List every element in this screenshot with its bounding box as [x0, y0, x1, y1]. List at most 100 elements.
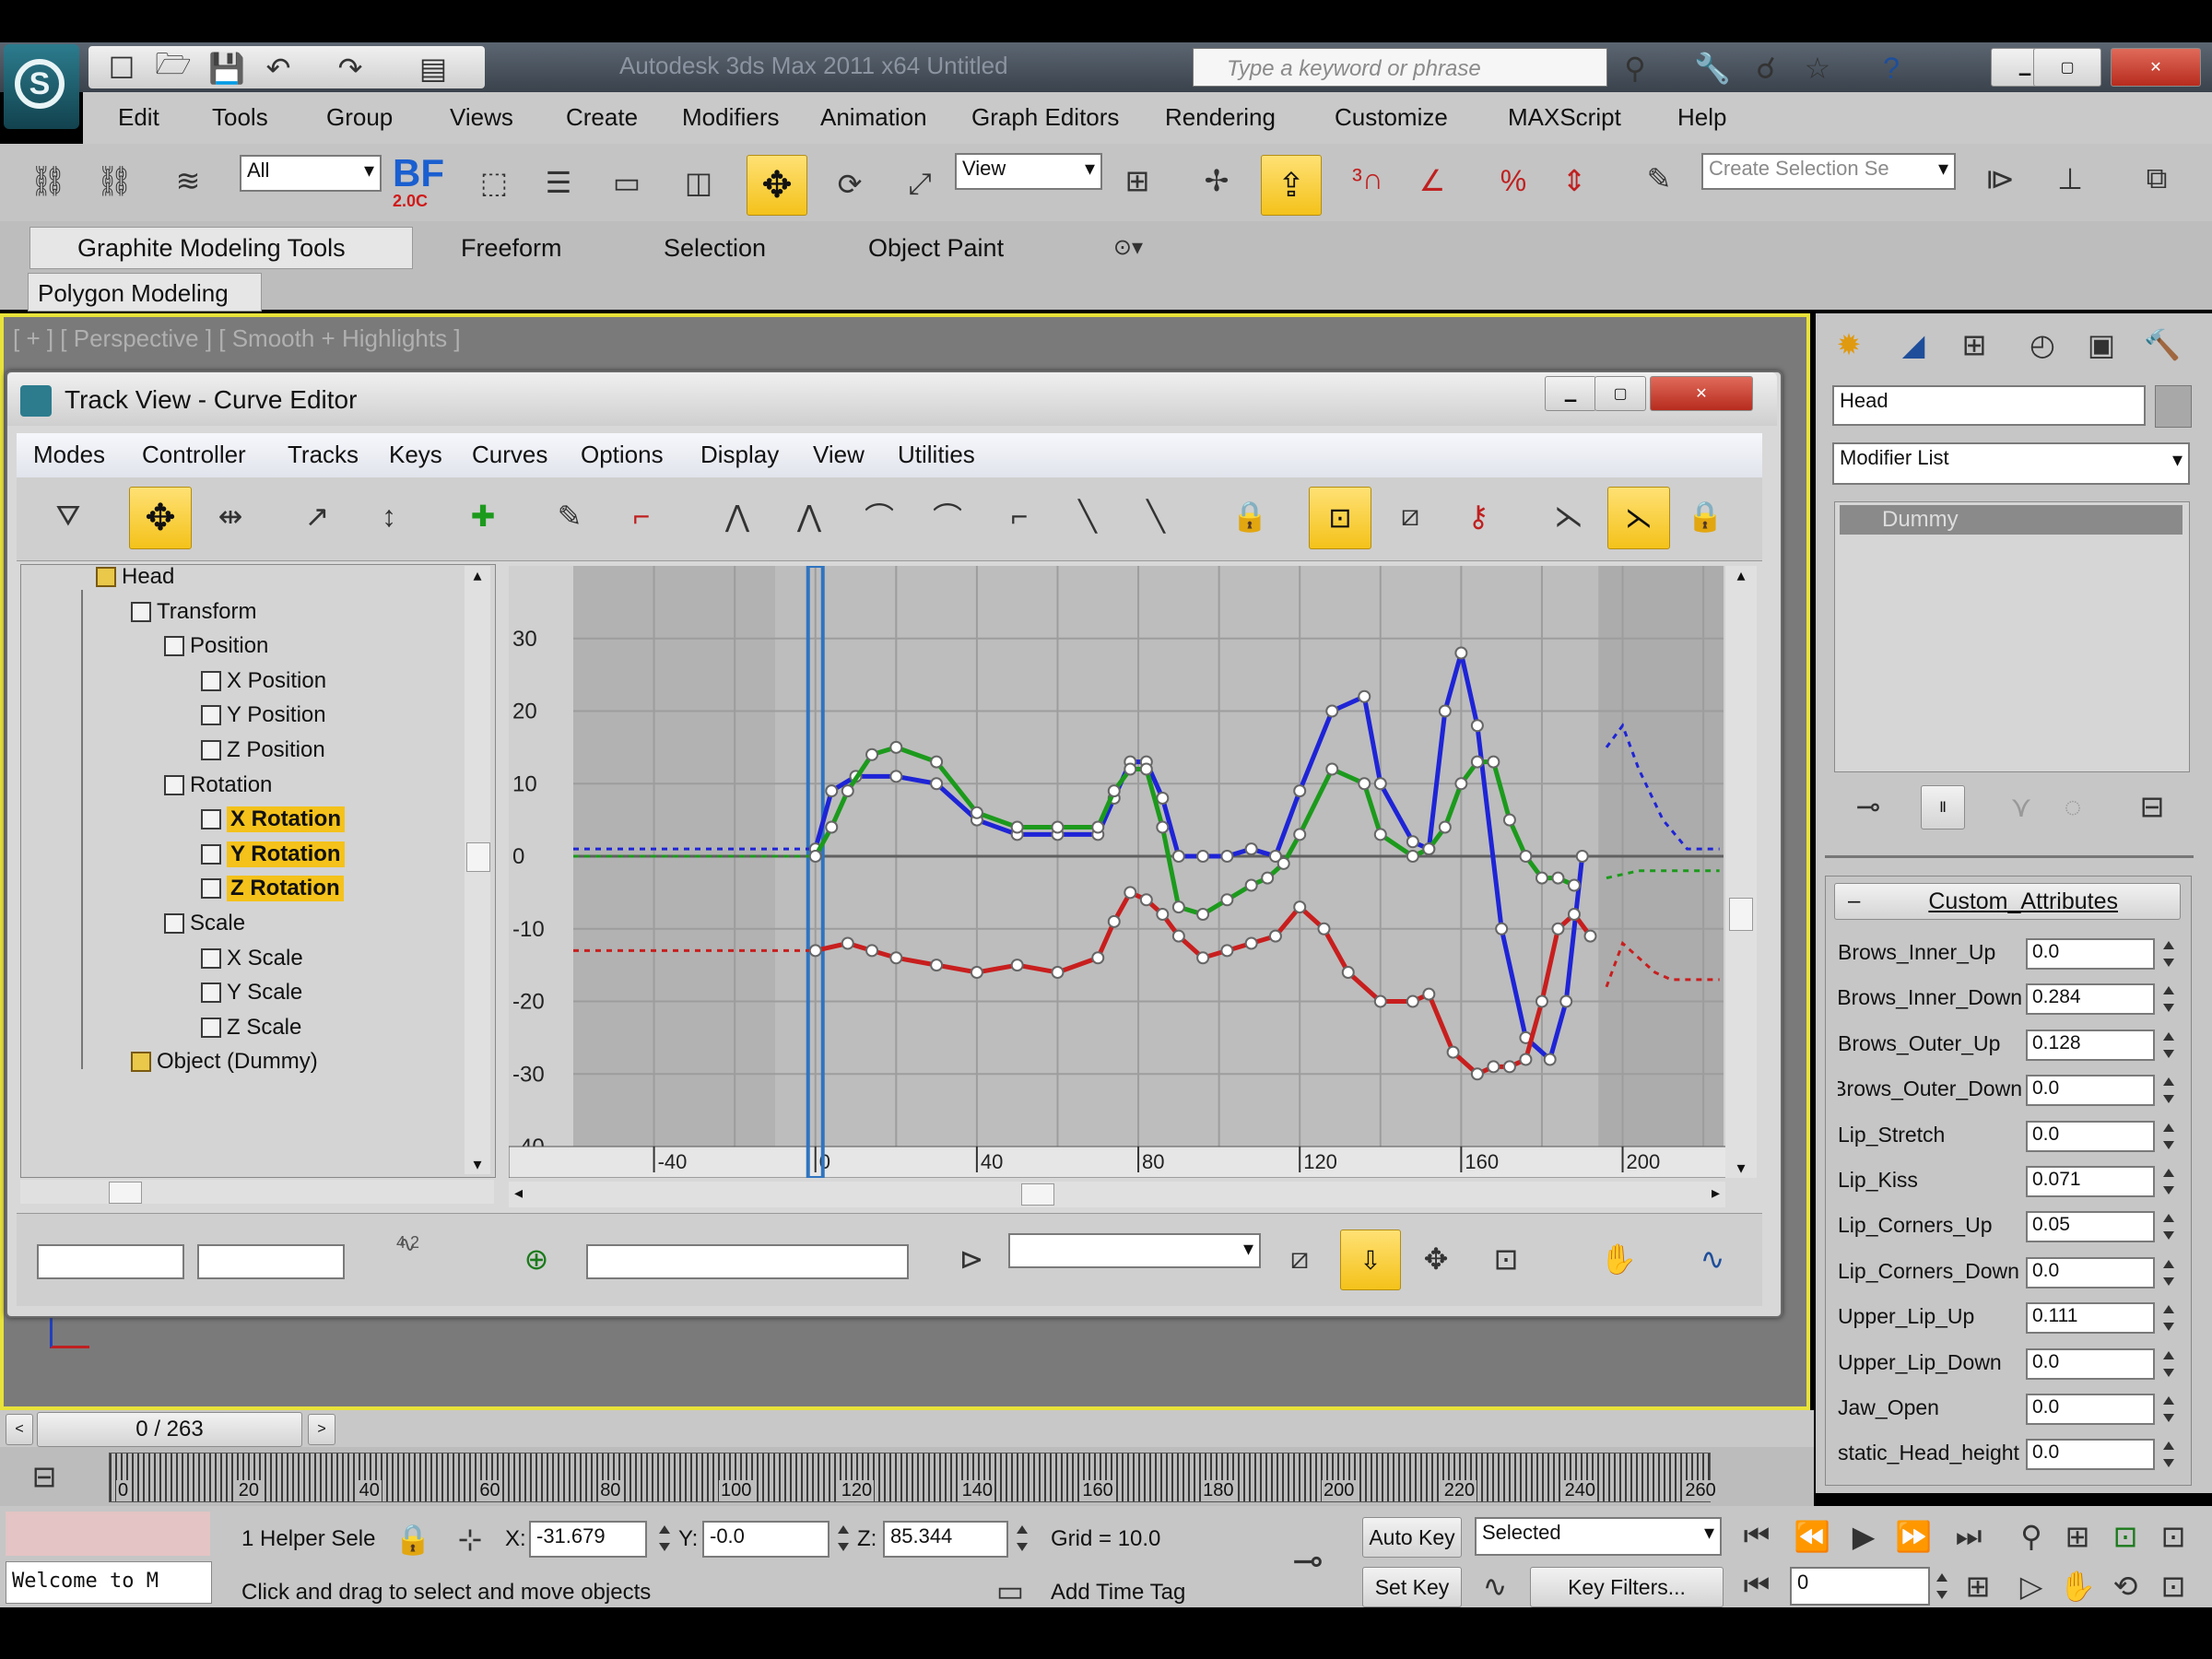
curve-key[interactable] [1220, 944, 1234, 958]
curve-key[interactable] [1487, 1060, 1500, 1074]
angle-snap-icon[interactable]: ∠ [1406, 155, 1458, 206]
curve-key[interactable] [1156, 792, 1170, 805]
zoom-all-icon[interactable]: ⊞ [2057, 1517, 2098, 1556]
tree-item[interactable]: X Rotation [201, 806, 345, 833]
zoom-extents-icon[interactable]: ⊡ [2105, 1517, 2146, 1556]
curve-key[interactable] [1244, 936, 1258, 950]
curve-key[interactable] [1551, 922, 1565, 935]
auto-key-button[interactable]: Auto Key [1362, 1517, 1462, 1558]
go-to-end-icon[interactable]: ⏭ [1948, 1517, 1989, 1556]
go-to-start-icon[interactable]: ⏮ [1736, 1517, 1777, 1556]
track-view-menu-item[interactable]: Display [700, 441, 779, 469]
tangent-linear-icon[interactable]: ╲ [1058, 487, 1117, 546]
field-of-view-icon[interactable]: ▷ [2011, 1567, 2052, 1606]
curve-key[interactable] [1293, 900, 1307, 914]
open-file-icon[interactable]: 🗁 [155, 47, 192, 87]
curve-key[interactable] [1535, 871, 1548, 885]
open-mini-curve-editor-icon[interactable]: ⊟ [20, 1453, 68, 1500]
scroll-thumb[interactable] [109, 1182, 142, 1204]
spinner-snap-icon[interactable]: ⇕ [1548, 155, 1600, 206]
communication-icon[interactable]: ☌ [1746, 50, 1786, 87]
rectangular-selection-icon[interactable]: ▭ [601, 157, 653, 208]
menu-item[interactable]: Customize [1335, 103, 1448, 132]
attribute-value-field[interactable]: 0.0 [2026, 1075, 2155, 1107]
curve-key[interactable] [1196, 908, 1210, 921]
attribute-value-field[interactable]: 0.284 [2026, 983, 2155, 1016]
orbit-icon[interactable]: ⟲ [2105, 1567, 2146, 1606]
curve-key[interactable] [1317, 922, 1331, 935]
show-end-result-button[interactable]: Ⅱ [1921, 785, 1965, 830]
curve-key[interactable] [1487, 755, 1500, 769]
select-and-scale-icon[interactable]: ⤢ [890, 155, 949, 214]
ribbon-options-icon[interactable]: ⊙▾ [1100, 230, 1156, 264]
ribbon-tab[interactable]: Graphite Modeling Tools [77, 234, 346, 263]
tree-item[interactable]: Z Scale [201, 1015, 301, 1041]
key-icon[interactable]: 🔧 [1692, 50, 1733, 87]
curve-key[interactable] [1535, 994, 1548, 1008]
curve-key[interactable] [1567, 878, 1581, 892]
curve-key[interactable] [1341, 966, 1355, 979]
time-slider-prev-button[interactable]: < [6, 1414, 33, 1445]
select-and-rotate-icon[interactable]: ⟳ [820, 155, 879, 214]
tree-item[interactable]: Y Rotation [201, 841, 345, 867]
curve-key[interactable] [1406, 994, 1419, 1008]
menu-item[interactable]: Graph Editors [971, 103, 1119, 132]
zoom-value-extents-button[interactable]: ⇩ [1340, 1230, 1401, 1290]
maximize-viewport-icon[interactable]: ⊡ [2153, 1567, 2194, 1606]
curve-key[interactable] [1406, 835, 1419, 849]
help-icon[interactable]: ? [1871, 50, 1912, 87]
selection-lock-icon[interactable]: 🔒 [394, 1521, 431, 1558]
current-frame-field[interactable]: 0 [1790, 1567, 1930, 1606]
curve-key[interactable] [1171, 850, 1185, 863]
curve-key[interactable] [1139, 893, 1153, 907]
scale-values-icon[interactable]: ↕ [359, 487, 418, 546]
absolute-mode-icon[interactable]: ⊹ [452, 1521, 488, 1558]
scroll-thumb[interactable] [1729, 898, 1753, 931]
save-file-icon[interactable]: 💾 [208, 50, 245, 87]
curve-key[interactable] [1196, 951, 1210, 965]
menu-item[interactable]: MAXScript [1508, 103, 1621, 132]
curve-graph[interactable]: 3020100-10-20-30-40-40040801201602002402… [509, 566, 1757, 1178]
curve-key[interactable] [808, 850, 822, 863]
tree-item[interactable]: Head [96, 564, 174, 590]
modifier-list-dropdown[interactable]: Modifier List ▾ [1832, 442, 2190, 485]
display-panel-icon[interactable]: ▣ [2077, 321, 2125, 369]
named-selection-set-field[interactable]: Create Selection Se ▾ [1701, 153, 1956, 190]
curve-key[interactable] [1293, 828, 1307, 841]
fit-curves-icon[interactable]: ∿ [1685, 1231, 1740, 1287]
menu-item[interactable]: Animation [820, 103, 927, 132]
close-app-button[interactable]: ✕ [2111, 48, 2201, 87]
layer-manager-icon[interactable]: ⧉ [2131, 153, 2183, 205]
tangent-auto-icon[interactable]: ⋀ [708, 487, 767, 546]
curve-key[interactable] [1575, 850, 1589, 863]
select-by-name-icon[interactable]: ☰ [533, 157, 584, 208]
curve-key[interactable] [1438, 820, 1452, 834]
viewport-label[interactable]: [ + ] [ Perspective ] [ Smooth + Highlig… [13, 324, 461, 353]
attribute-spinner[interactable] [2160, 1211, 2177, 1242]
create-panel-icon[interactable]: ✹ [1825, 321, 1873, 369]
tangent-smooth-icon[interactable]: ╲ [1126, 487, 1185, 546]
curve-key[interactable] [1156, 908, 1170, 921]
curve-key[interactable] [1406, 850, 1419, 863]
abs-rel-toggle-icon[interactable]: ⊳ [944, 1231, 999, 1287]
curve-key[interactable] [1373, 777, 1387, 791]
tree-item[interactable]: X Scale [201, 946, 303, 971]
tree-item[interactable]: Y Position [201, 702, 326, 728]
attribute-spinner[interactable] [2160, 1121, 2177, 1152]
y-coordinate-field[interactable]: -0.0 [702, 1521, 830, 1558]
draw-curves-icon[interactable]: ✎ [540, 487, 599, 546]
attribute-spinner[interactable] [2160, 1075, 2177, 1106]
add-keys-icon[interactable]: ✚ [453, 487, 512, 546]
curve-key[interactable] [1454, 777, 1468, 791]
attribute-spinner[interactable] [2160, 1302, 2177, 1334]
time-tag-icon[interactable]: ▭ [992, 1572, 1029, 1609]
curve-key[interactable] [1244, 878, 1258, 892]
track-view-maximize-button[interactable]: ▢ [1594, 376, 1646, 411]
reduce-keys-icon[interactable]: ⌐ [612, 487, 671, 546]
z-coordinate-field[interactable]: 85.344 [883, 1521, 1008, 1558]
curve-key[interactable] [841, 784, 854, 798]
snaps-toggle-icon[interactable]: ³∩ [1342, 151, 1394, 206]
attribute-spinner[interactable] [2160, 1166, 2177, 1197]
ribbon-tab[interactable]: Selection [664, 234, 766, 263]
curve-key[interactable] [1446, 1045, 1460, 1059]
